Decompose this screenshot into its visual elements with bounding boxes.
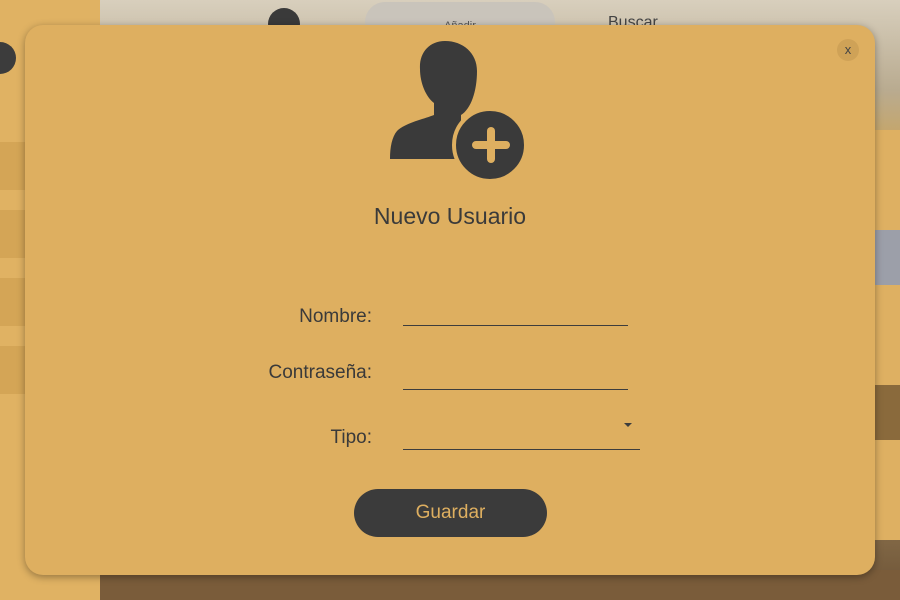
- new-user-dialog: x Nuevo Usuario Nombre: Contraseña: Tipo…: [25, 25, 875, 575]
- type-label: Tipo:: [330, 427, 372, 448]
- name-field[interactable]: [403, 301, 628, 326]
- chevron-down-icon: [624, 423, 632, 427]
- name-label: Nombre:: [299, 306, 372, 327]
- dialog-title: Nuevo Usuario: [373, 203, 527, 229]
- password-field[interactable]: [403, 365, 628, 390]
- add-user-icon: [390, 41, 528, 183]
- password-label: Contraseña:: [268, 362, 372, 383]
- save-button[interactable]: Guardar: [354, 489, 547, 537]
- close-button[interactable]: x: [837, 39, 859, 61]
- sidebar-avatar: [0, 42, 16, 74]
- type-select[interactable]: [403, 417, 640, 450]
